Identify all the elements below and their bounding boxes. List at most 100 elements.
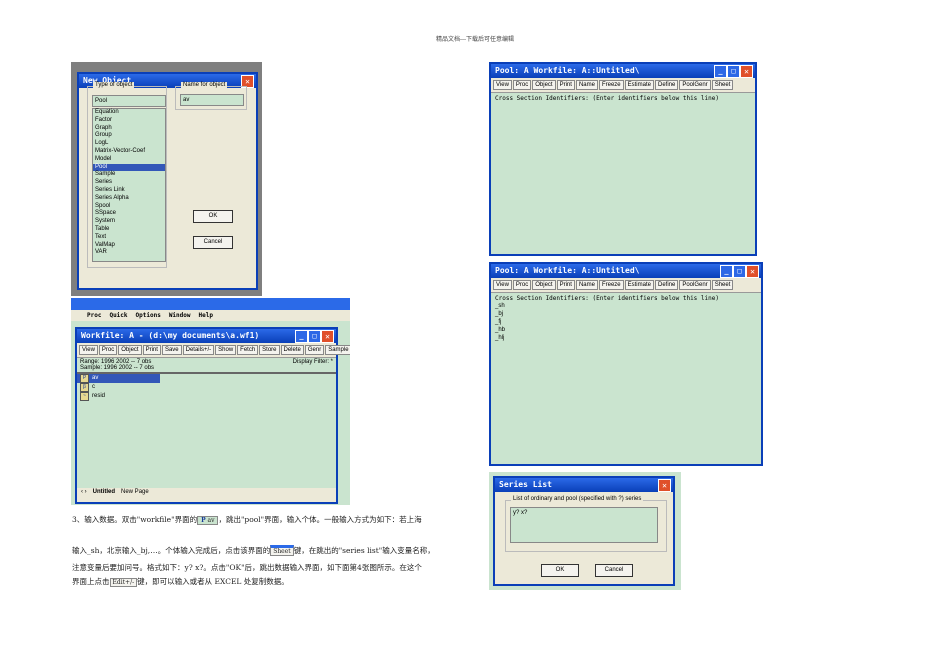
toolbar-button[interactable]: Name	[575, 280, 598, 290]
type-option[interactable]: Spool	[93, 203, 165, 211]
type-option[interactable]: Sample	[93, 171, 165, 179]
type-label: Type of object	[93, 82, 135, 88]
type-option[interactable]: LogL	[93, 140, 165, 148]
ok-button[interactable]: OK	[193, 210, 233, 223]
toolbar-button[interactable]: Object	[532, 280, 556, 290]
object-type-icon: β	[80, 383, 89, 392]
toolbar-button[interactable]: Proc	[512, 80, 532, 90]
screenshot-workfile: Proc Quick Options Window Help Workfile: A -…	[71, 298, 350, 505]
menu-item[interactable]: Quick	[109, 312, 127, 319]
close-icon[interactable]: ✕	[746, 265, 759, 278]
type-option[interactable]: ValMap	[93, 242, 165, 250]
menu-item[interactable]: Help	[199, 312, 213, 319]
page-header: 精品文档---下载后可任意编辑	[435, 36, 515, 43]
toolbar-button[interactable]: Delete	[280, 345, 304, 355]
cancel-button[interactable]: Cancel	[595, 564, 633, 577]
type-option[interactable]: Text	[93, 234, 165, 242]
close-icon[interactable]: ✕	[740, 65, 753, 78]
toolbar-button[interactable]: Print	[556, 280, 575, 290]
pool-toolbar: View Proc Object Print Name Freeze Estimate Def…	[491, 78, 755, 93]
toolbar-button[interactable]: PoolGenr	[679, 280, 711, 290]
cancel-button[interactable]: Cancel	[193, 236, 233, 249]
object-item[interactable]: Pav	[77, 374, 160, 383]
toolbar-button[interactable]: PoolGenr	[679, 80, 711, 90]
toolbar-button[interactable]: Store	[259, 345, 280, 355]
edit-inline-button: Edit+/-	[109, 578, 138, 587]
object-item[interactable]: βc	[77, 383, 160, 392]
close-icon[interactable]: ✕	[658, 479, 671, 492]
type-option[interactable]: Table	[93, 226, 165, 234]
minimize-icon[interactable]: _	[720, 265, 733, 278]
toolbar-button[interactable]: Estimate	[624, 280, 654, 290]
toolbar-button[interactable]: Print	[142, 345, 161, 355]
toolbar-button[interactable]: View	[493, 80, 512, 90]
toolbar-button[interactable]: Define	[654, 280, 679, 290]
toolbar-button[interactable]: Sheet	[711, 80, 734, 90]
type-option[interactable]: Model	[93, 156, 165, 164]
minimize-icon[interactable]: _	[714, 65, 727, 78]
toolbar-button[interactable]: Object	[532, 80, 556, 90]
type-option[interactable]: System	[93, 218, 165, 226]
menu-item[interactable]: Proc	[87, 312, 101, 319]
tab-scroll-arrows[interactable]: ‹ ›	[81, 489, 87, 495]
object-name: c	[92, 384, 95, 390]
toolbar-button[interactable]: Name	[575, 80, 598, 90]
toolbar-button[interactable]: Freeze	[598, 80, 624, 90]
object-list: Pav β c ~ resid	[77, 374, 336, 488]
toolbar-button[interactable]: View	[493, 280, 512, 290]
type-list[interactable]: Equation Factor Graph Group LogL Matrix-Vecto…	[92, 108, 166, 262]
type-option[interactable]: Series Alpha	[93, 195, 165, 203]
menu-item[interactable]: Window	[169, 312, 191, 319]
page-tab[interactable]: Untitled	[93, 489, 115, 495]
toolbar-button[interactable]: Details+/-	[182, 345, 215, 355]
maximize-icon[interactable]: □	[733, 265, 746, 278]
paragraph-line-1: 3、输入数据。双击"workfile"界面的 P av ，跳出"pool"界面，输入…	[72, 514, 422, 525]
toolbar-button[interactable]: Estimate	[624, 80, 654, 90]
toolbar-button[interactable]: Print	[556, 80, 575, 90]
minimize-icon[interactable]: _	[295, 330, 308, 343]
type-option[interactable]: Equation	[93, 109, 165, 117]
type-option[interactable]: Factor	[93, 117, 165, 125]
pool-title: Pool: A Workfile: A::Untitled\	[495, 66, 640, 75]
toolbar-button[interactable]: Fetch	[237, 345, 259, 355]
toolbar-button[interactable]: Define	[654, 80, 679, 90]
type-option[interactable]: Series Link	[93, 187, 165, 195]
text: 界面上点击	[72, 577, 110, 586]
toolbar-button[interactable]: View	[79, 345, 98, 355]
paragraph-line-4: 界面上点击 Edit+/- 键，即可以输入或者从 EXCEL 处复制数据。	[72, 576, 289, 587]
workfile-window: Workfile: A - (d:\my documents\a.wf1) _ □…	[75, 327, 350, 504]
type-input[interactable]: Pool	[92, 95, 166, 107]
toolbar-button[interactable]: Freeze	[598, 280, 624, 290]
toolbar-button[interactable]: Sheet	[711, 280, 734, 290]
close-icon[interactable]: ✕	[321, 330, 334, 343]
object-item[interactable]: ~ resid	[77, 392, 160, 401]
type-option[interactable]: SSpace	[93, 210, 165, 218]
series-group: List of ordinary and pool (specified wit…	[505, 496, 667, 552]
toolbar-button[interactable]: Object	[118, 345, 142, 355]
series-label: List of ordinary and pool (specified wit…	[511, 496, 644, 502]
toolbar-button[interactable]: Save	[161, 345, 182, 355]
type-option[interactable]: Pool	[93, 163, 165, 172]
pool-editor[interactable]: Cross Section Identifiers: (Enter identi…	[491, 293, 761, 344]
maximize-icon[interactable]: □	[727, 65, 740, 78]
series-input[interactable]: y? x?	[510, 507, 658, 543]
toolbar-button[interactable]: Show	[215, 345, 237, 355]
name-input[interactable]: av	[180, 94, 244, 106]
toolbar-button[interactable]: Genr	[304, 345, 325, 355]
paragraph-line-2: 输入_sh，北京输入_bj,…。个体输入完成后，点击该界面的 Sheet 键，在跳出…	[72, 545, 435, 556]
toolbar-button[interactable]: Sample	[325, 345, 350, 355]
type-option[interactable]: Graph	[93, 125, 165, 133]
menu-item[interactable]: Options	[136, 312, 161, 319]
type-option[interactable]: Group	[93, 132, 165, 140]
page-tab[interactable]: New Page	[121, 489, 149, 495]
sample-text: Sample: 1996 2002 -- 7 obs	[80, 365, 155, 371]
maximize-icon[interactable]: □	[308, 330, 321, 343]
dialog-title: Series List	[499, 480, 552, 489]
toolbar-button[interactable]: Proc	[512, 280, 532, 290]
ok-button[interactable]: OK	[541, 564, 579, 577]
type-option[interactable]: Matrix-Vector-Coef	[93, 148, 165, 156]
toolbar-button[interactable]: Proc	[98, 345, 118, 355]
type-option[interactable]: VAR	[93, 249, 165, 257]
type-option[interactable]: Series	[93, 179, 165, 187]
pool-editor-text[interactable]: Cross Section Identifiers: (Enter identi…	[491, 93, 755, 104]
